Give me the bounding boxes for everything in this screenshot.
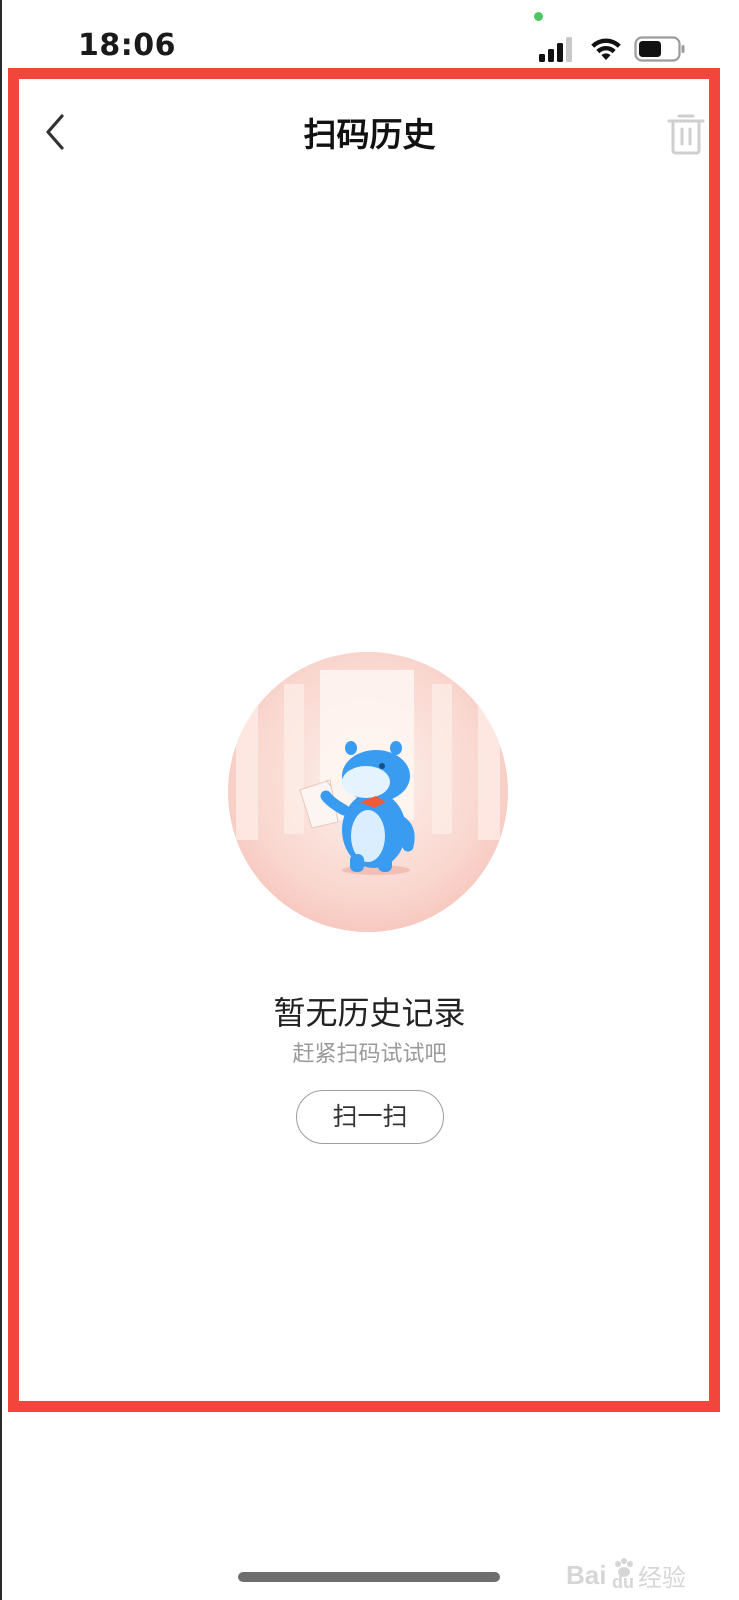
scan-button[interactable]: 扫一扫: [296, 1090, 444, 1144]
baidu-watermark-logo: Bai du 经验: [566, 1558, 686, 1592]
page-title: 扫码历史: [303, 115, 436, 154]
screen-left-edge: [0, 0, 2, 1600]
status-time: 18:06: [78, 28, 176, 63]
empty-history-illustration: [228, 652, 508, 932]
trash-icon: [667, 114, 705, 155]
delete-history-button[interactable]: [666, 110, 706, 156]
svg-text:du: du: [612, 1572, 634, 1592]
svg-text:Bai: Bai: [566, 1560, 606, 1590]
empty-state-title: 暂无历史记录: [273, 994, 466, 1032]
svg-text:经验: 经验: [638, 1564, 686, 1592]
status-bar: 18:06: [0, 0, 739, 66]
empty-state-subtitle: 赶紧扫码试试吧: [292, 1042, 447, 1067]
home-indicator[interactable]: [238, 1572, 500, 1582]
battery-icon: [634, 36, 685, 62]
wifi-icon: [591, 38, 621, 60]
privacy-indicator-dot: [534, 12, 543, 21]
cellular-signal-icon: [539, 36, 575, 62]
